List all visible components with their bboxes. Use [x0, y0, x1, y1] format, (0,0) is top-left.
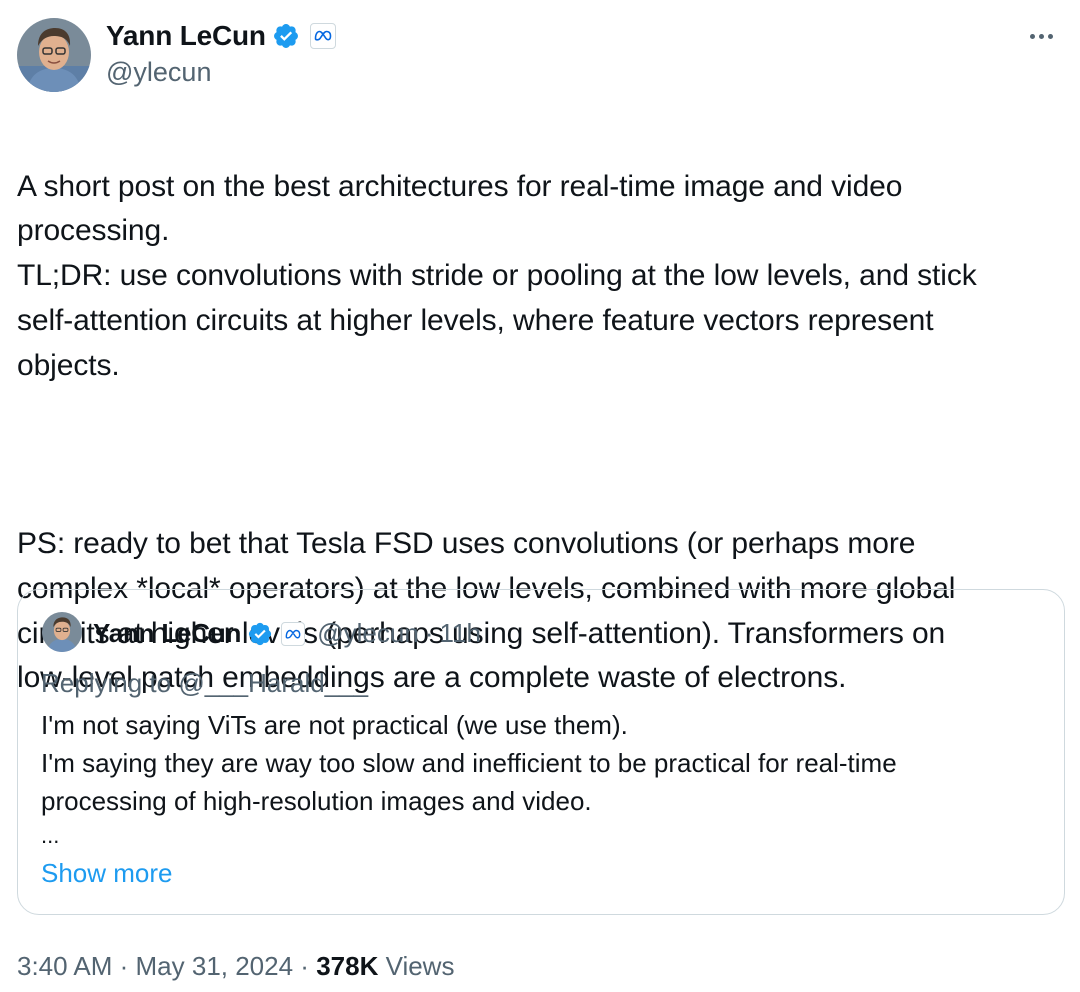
quote-author-avatar[interactable] — [42, 612, 82, 652]
views-count[interactable]: 378K — [316, 951, 378, 981]
meta-logo-icon[interactable] — [309, 23, 336, 49]
author-handle[interactable]: @ylecun — [106, 57, 211, 88]
verified-badge-icon — [247, 621, 273, 647]
person-avatar-icon — [42, 612, 82, 652]
quoted-tweet-card[interactable]: Yann LeCun @ylecun · 11h Replying to @__… — [17, 589, 1065, 915]
quote-author-name[interactable]: Yann LeCun — [93, 618, 241, 649]
views-label: Views — [378, 951, 455, 981]
replying-prefix: Replying to — [41, 668, 179, 698]
author-avatar[interactable] — [17, 18, 91, 92]
separator-dot: · — [293, 951, 317, 981]
author-name[interactable]: Yann LeCun — [106, 20, 266, 52]
quote-header: Yann LeCun @ylecun · 11h — [93, 618, 481, 649]
quote-body: I'm not saying ViTs are not practical (w… — [41, 706, 1041, 820]
separator-dot: · — [424, 618, 434, 648]
tweet-date[interactable]: May 31, 2024 — [136, 951, 294, 981]
show-more-link[interactable]: Show more — [41, 858, 173, 889]
dot-icon — [1047, 33, 1053, 39]
tweet-paragraph: A short post on the best architectures f… — [17, 169, 977, 382]
tweet-meta: 3:40 AM · May 31, 2024 · 378K Views — [17, 951, 454, 982]
quote-timestamp[interactable]: 11h — [439, 618, 480, 649]
verified-badge-icon[interactable] — [272, 22, 300, 50]
separator-dot: · — [112, 951, 136, 981]
quote-line: I'm not saying ViTs are not practical (w… — [41, 710, 628, 740]
replying-to-line: Replying to @___Harald___ — [41, 668, 368, 699]
quote-author-handle[interactable]: @ylecun — [317, 618, 419, 649]
dot-icon — [1029, 33, 1035, 39]
author-name-row: Yann LeCun — [106, 20, 336, 52]
quote-ellipsis: ... — [41, 823, 60, 848]
tweet-time[interactable]: 3:40 AM — [17, 951, 112, 981]
quote-line: processing of high-resolution images and… — [41, 786, 592, 816]
more-options-button[interactable] — [1024, 24, 1058, 48]
quote-line: I'm saying they are way too slow and ine… — [41, 748, 897, 778]
replying-mention[interactable]: @___Harald___ — [178, 668, 368, 698]
dot-icon — [1038, 33, 1044, 39]
person-avatar-icon — [17, 18, 91, 92]
meta-logo-icon — [281, 621, 306, 646]
